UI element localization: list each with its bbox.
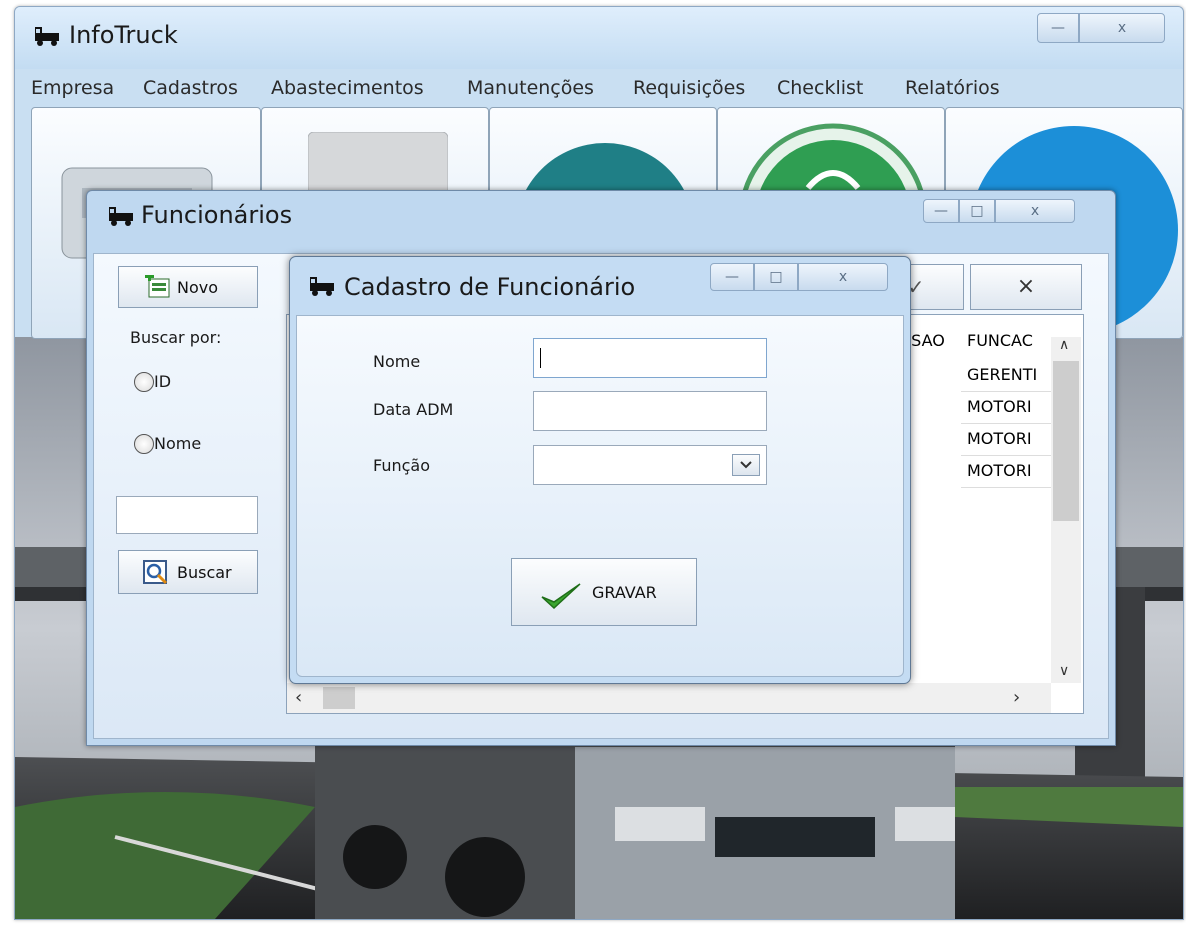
- truck-logo-icon: [310, 277, 334, 296]
- grid-horizontal-scroll-thumb[interactable]: [323, 687, 355, 709]
- maximize-icon: □: [970, 203, 984, 219]
- search-button-label: Buscar: [177, 563, 232, 582]
- dropdown-button[interactable]: [732, 454, 760, 476]
- table-row[interactable]: MOTORI: [961, 423, 1051, 456]
- close-icon: x: [838, 269, 848, 285]
- data-adm-field[interactable]: [533, 391, 767, 431]
- menu-manutencoes[interactable]: Manutenções: [467, 77, 594, 99]
- grid-vertical-scroll-thumb[interactable]: [1053, 361, 1079, 521]
- data-adm-label: Data ADM: [373, 400, 454, 419]
- func-minimize-button[interactable]: —: [923, 199, 959, 223]
- minimize-button[interactable]: —: [1037, 13, 1079, 43]
- table-row[interactable]: MOTORI: [961, 391, 1051, 424]
- minimize-icon: —: [934, 203, 948, 219]
- nome-label: Nome: [373, 352, 421, 371]
- menu-bar: Empresa Cadastros Abastecimentos Manuten…: [15, 73, 1183, 107]
- menu-cadastros[interactable]: Cadastros: [143, 77, 238, 99]
- search-input[interactable]: [116, 496, 258, 534]
- maximize-icon: □: [769, 269, 783, 285]
- main-window-title: InfoTruck: [69, 21, 178, 49]
- close-button[interactable]: x: [1079, 13, 1165, 43]
- chevron-down-icon: [740, 461, 752, 469]
- truck-logo-icon: [109, 207, 133, 226]
- radio-id[interactable]: [134, 372, 154, 392]
- save-button-label: GRAVAR: [592, 583, 657, 602]
- funcionarios-title-bar[interactable]: Funcionários — □ x: [87, 191, 1115, 251]
- grid-horizontal-scrollbar[interactable]: ‹ ›: [287, 683, 1051, 713]
- cadastro-window: Cadastro de Funcionário — □ x Nome Data …: [289, 256, 911, 684]
- main-title-bar[interactable]: InfoTruck — x: [15, 7, 1183, 69]
- delete-icon: ×: [1016, 274, 1036, 299]
- cad-maximize-button[interactable]: □: [754, 263, 798, 291]
- table-cell: MOTORI: [967, 461, 1032, 480]
- table-cell: GERENTI: [967, 365, 1038, 384]
- close-icon: x: [1030, 203, 1040, 219]
- cadastro-title-bar[interactable]: Cadastro de Funcionário — □ x: [290, 257, 910, 313]
- search-by-label: Buscar por:: [130, 328, 222, 347]
- scroll-right-icon[interactable]: ›: [1013, 687, 1020, 708]
- cad-close-button[interactable]: x: [798, 263, 888, 291]
- grid-rows: GERENTI MOTORI MOTORI MOTORI: [901, 359, 1051, 488]
- func-maximize-button[interactable]: □: [959, 199, 995, 223]
- new-button[interactable]: Novo: [118, 266, 258, 308]
- func-close-button[interactable]: x: [995, 199, 1075, 223]
- grid-column-header[interactable]: FUNCAC: [967, 331, 1033, 350]
- funcao-label: Função: [373, 456, 430, 475]
- cad-minimize-button[interactable]: —: [710, 263, 754, 291]
- search-icon: [143, 560, 168, 585]
- funcionarios-title: Funcionários: [141, 201, 293, 229]
- menu-checklist[interactable]: Checklist: [777, 77, 863, 99]
- checkmark-icon: [541, 583, 581, 610]
- delete-button[interactable]: ×: [970, 264, 1082, 310]
- minimize-icon: —: [1051, 20, 1065, 36]
- table-cell: MOTORI: [967, 429, 1032, 448]
- radio-nome-label: Nome: [154, 434, 202, 453]
- save-button[interactable]: GRAVAR: [511, 558, 697, 626]
- nome-field[interactable]: [533, 338, 767, 378]
- truck-logo-icon: [35, 27, 59, 46]
- text-cursor: [540, 348, 541, 368]
- new-button-label: Novo: [177, 278, 219, 297]
- menu-requisicoes[interactable]: Requisições: [633, 77, 745, 99]
- search-button[interactable]: Buscar: [118, 550, 258, 594]
- funcao-select[interactable]: [533, 445, 767, 485]
- table-cell: MOTORI: [967, 397, 1032, 416]
- table-row[interactable]: GERENTI: [961, 359, 1051, 392]
- menu-relatorios[interactable]: Relatórios: [905, 77, 1000, 99]
- radio-nome[interactable]: [134, 434, 154, 454]
- menu-empresa[interactable]: Empresa: [31, 77, 114, 99]
- close-icon: x: [1117, 20, 1127, 36]
- grid-vertical-scrollbar[interactable]: ∧ ∨: [1051, 337, 1081, 683]
- scroll-down-icon[interactable]: ∨: [1059, 663, 1069, 679]
- cadastro-title: Cadastro de Funcionário: [344, 273, 636, 301]
- add-list-icon: [145, 275, 170, 298]
- table-row[interactable]: MOTORI: [961, 455, 1051, 488]
- minimize-icon: —: [725, 269, 739, 285]
- menu-abastecimentos[interactable]: Abastecimentos: [271, 77, 424, 99]
- cadastro-body: Nome Data ADM Função GRAVAR: [296, 315, 904, 677]
- scroll-up-icon[interactable]: ∧: [1059, 337, 1069, 353]
- scroll-left-icon[interactable]: ‹: [295, 687, 302, 708]
- radio-id-label: ID: [154, 372, 172, 391]
